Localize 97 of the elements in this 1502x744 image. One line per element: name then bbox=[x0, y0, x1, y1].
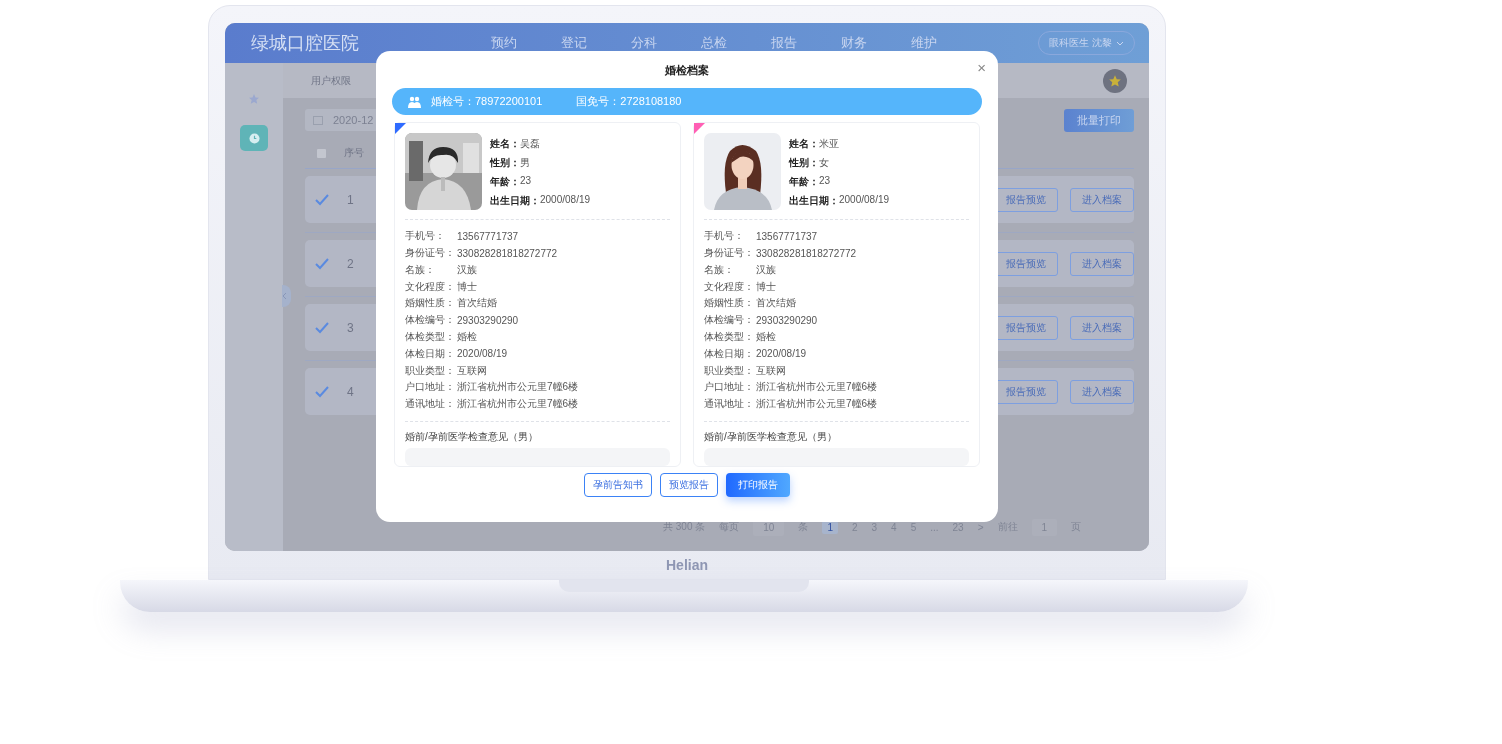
banner-text: 国免号：2728108180 bbox=[576, 94, 682, 109]
batch-print-button[interactable]: 批量打印 bbox=[1064, 108, 1134, 132]
section-title: 婚前/孕前医学检查意见（男） bbox=[405, 430, 539, 445]
field-label: 通讯地址： bbox=[405, 397, 456, 412]
nav-tab[interactable]: 预约 bbox=[491, 34, 517, 52]
app-logo: 绿城口腔医院 bbox=[251, 32, 360, 55]
field-label: 户口地址： bbox=[405, 380, 456, 395]
field-value: 浙江省杭州市公元里7幢6楼 bbox=[457, 380, 579, 395]
field-value: 互联网 bbox=[756, 363, 786, 378]
field-label: 体检编号： bbox=[704, 313, 755, 328]
field-value: 29303290290 bbox=[457, 314, 519, 326]
field-value: 浙江省杭州市公元里7幢6楼 bbox=[756, 397, 878, 412]
field-label: 手机号： bbox=[704, 229, 745, 244]
info-line: 年龄：23 bbox=[490, 175, 533, 188]
info-line: 姓名：吴磊 bbox=[490, 137, 541, 150]
banner-text: 婚检号：78972200101 bbox=[431, 94, 543, 109]
dialog-button[interactable]: 孕前告知书 bbox=[584, 473, 652, 497]
row-action-button[interactable]: 进入档案 bbox=[1070, 251, 1134, 276]
info-line: 性别：女 bbox=[789, 156, 830, 169]
field-value: 汉族 bbox=[756, 262, 776, 277]
field-value: 互联网 bbox=[457, 363, 487, 378]
nav-tab[interactable]: 报告 bbox=[771, 34, 797, 52]
info-line: 性别：男 bbox=[490, 156, 531, 169]
field-value: 13567771737 bbox=[457, 230, 519, 242]
checkbox[interactable] bbox=[315, 321, 329, 334]
clock-button[interactable] bbox=[240, 125, 268, 151]
field-label: 体检编号： bbox=[405, 313, 456, 328]
field-label: 婚姻性质： bbox=[704, 296, 755, 311]
field-label: 文化程度： bbox=[704, 279, 755, 294]
row-number: 3 bbox=[347, 320, 354, 335]
star-icon[interactable] bbox=[248, 93, 260, 105]
dialog-button[interactable]: 打印报告 bbox=[726, 473, 790, 497]
field-value: 婚检 bbox=[756, 329, 776, 344]
favorite-button[interactable] bbox=[1103, 68, 1127, 93]
clock-icon bbox=[248, 132, 260, 144]
row-action-button[interactable]: 进入档案 bbox=[1070, 187, 1134, 212]
info-line: 出生日期：2000/08/19 bbox=[490, 194, 591, 207]
field-label: 体检类型： bbox=[704, 329, 755, 344]
field-label: 身份证号： bbox=[704, 246, 755, 261]
field-label: 文化程度： bbox=[405, 279, 456, 294]
field-value: 13567771737 bbox=[756, 230, 818, 242]
field-value: 330828281818272772 bbox=[457, 247, 558, 259]
field-label: 职业类型： bbox=[405, 363, 456, 378]
section-title: 婚前/孕前医学检查意见（男） bbox=[704, 430, 838, 445]
info-line: 姓名：米亚 bbox=[789, 137, 840, 150]
field-value: 首次结婚 bbox=[756, 296, 796, 311]
chevron-icon bbox=[282, 292, 287, 300]
field-label: 婚姻性质： bbox=[405, 296, 456, 311]
row-action-button[interactable]: 进入档案 bbox=[1070, 315, 1134, 340]
row-number: 1 bbox=[347, 192, 354, 207]
nav-tab[interactable]: 财务 bbox=[841, 34, 867, 52]
checkbox[interactable] bbox=[315, 193, 329, 206]
nav-tab[interactable]: 维护 bbox=[911, 34, 937, 52]
checkbox[interactable] bbox=[315, 257, 329, 270]
nav-tab[interactable]: 总检 bbox=[701, 34, 727, 52]
row-action-button[interactable]: 进入档案 bbox=[1070, 379, 1134, 404]
nav-tab[interactable]: 分科 bbox=[631, 34, 657, 52]
next-page-button[interactable]: > bbox=[977, 521, 984, 533]
nav-tab[interactable]: 登记 bbox=[561, 34, 587, 52]
field-value: 博士 bbox=[756, 279, 776, 294]
collapse-handle[interactable] bbox=[282, 285, 291, 307]
checkbox[interactable] bbox=[315, 385, 329, 398]
row-number: 4 bbox=[347, 384, 354, 399]
brand-label: Helian bbox=[666, 557, 708, 573]
field-label: 身份证号： bbox=[405, 246, 456, 261]
caret-icon bbox=[1116, 40, 1124, 46]
field-value: 浙江省杭州市公元里7幢6楼 bbox=[756, 380, 878, 395]
field-label: 通讯地址： bbox=[704, 397, 755, 412]
field-label: 户口地址： bbox=[704, 380, 755, 395]
breadcrumb[interactable]: 用户权限 bbox=[311, 73, 351, 88]
field-value: 博士 bbox=[457, 279, 477, 294]
field-value: 首次结婚 bbox=[457, 296, 497, 311]
star-icon bbox=[1108, 73, 1122, 88]
field-label: 名族： bbox=[405, 262, 436, 277]
checkbox[interactable] bbox=[317, 148, 326, 158]
info-line: 出生日期：2000/08/19 bbox=[789, 194, 890, 207]
field-label: 体检类型： bbox=[405, 329, 456, 344]
field-label: 体检日期： bbox=[704, 346, 755, 361]
field-value: 婚检 bbox=[457, 329, 477, 344]
calendar-icon bbox=[313, 115, 323, 125]
field-value: 汉族 bbox=[457, 262, 477, 277]
dialog-button[interactable]: 预览报告 bbox=[660, 473, 718, 497]
field-value: 29303290290 bbox=[756, 314, 818, 326]
people-icon bbox=[408, 95, 421, 108]
field-label: 手机号： bbox=[405, 229, 446, 244]
field-label: 职业类型： bbox=[704, 363, 755, 378]
page-link[interactable]: ... bbox=[930, 521, 939, 533]
field-value: 330828281818272772 bbox=[756, 247, 857, 259]
field-value: 2020/08/19 bbox=[756, 348, 807, 360]
field-label: 体检日期： bbox=[405, 346, 456, 361]
close-button[interactable]: × bbox=[975, 59, 988, 76]
field-value: 2020/08/19 bbox=[457, 348, 508, 360]
row-number: 2 bbox=[347, 256, 354, 271]
dialog-title: 婚检档案 bbox=[665, 63, 709, 78]
info-line: 年龄：23 bbox=[789, 175, 832, 188]
field-value: 浙江省杭州市公元里7幢6楼 bbox=[457, 397, 579, 412]
field-label: 名族： bbox=[704, 262, 735, 277]
